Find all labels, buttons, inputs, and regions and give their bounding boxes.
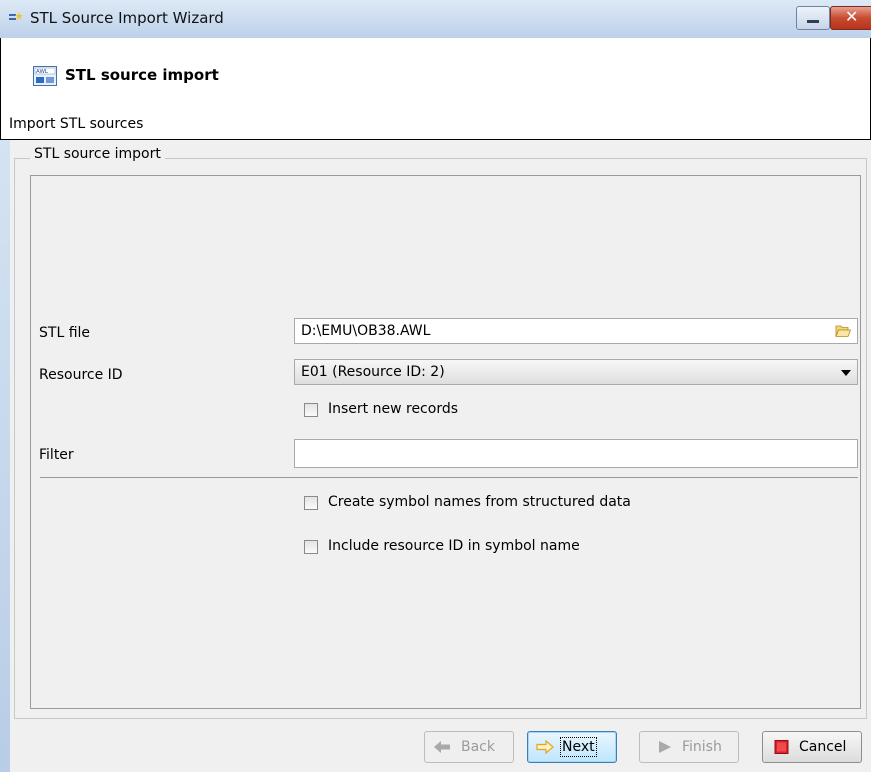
side-strip: [0, 140, 10, 772]
wizard-window: STL Source Import Wizard ✕ AWL STL sourc…: [0, 0, 871, 772]
svg-text:AWL: AWL: [36, 69, 49, 75]
stl-file-value: D:\EMU\OB38.AWL: [301, 323, 431, 339]
resource-id-select[interactable]: E01 (Resource ID: 2): [294, 359, 858, 385]
filter-label: Filter: [39, 447, 74, 463]
back-button[interactable]: Back: [424, 731, 514, 763]
title-bar[interactable]: STL Source Import Wizard ✕: [0, 0, 871, 39]
close-button[interactable]: ✕: [830, 6, 871, 30]
arrow-left-icon: [434, 741, 450, 753]
finish-button-label: Finish: [682, 739, 722, 755]
folder-open-icon[interactable]: [835, 324, 851, 338]
next-button-label: Next: [560, 737, 597, 757]
arrow-right-icon: [536, 740, 554, 754]
cancel-button[interactable]: Cancel: [762, 731, 862, 763]
insert-new-records-checkbox[interactable]: [304, 403, 318, 417]
stl-file-input[interactable]: D:\EMU\OB38.AWL: [294, 318, 858, 344]
include-resource-id-checkbox[interactable]: [304, 540, 318, 554]
app-icon: [9, 12, 23, 20]
window-title: STL Source Import Wizard: [30, 9, 224, 27]
stop-icon: [774, 740, 789, 754]
awl-file-icon: AWL: [33, 66, 57, 86]
group-legend: STL source import: [30, 146, 165, 162]
resource-id-label: Resource ID: [39, 367, 123, 383]
stl-file-label: STL file: [39, 325, 91, 341]
filter-input[interactable]: [294, 439, 858, 468]
separator: [40, 477, 858, 478]
create-symbol-names-label: Create symbol names from structured data: [328, 494, 631, 510]
chevron-down-icon: [841, 370, 851, 376]
include-resource-id-label: Include resource ID in symbol name: [328, 538, 580, 554]
header-subtitle: Import STL sources: [9, 116, 144, 132]
play-icon: [659, 741, 671, 753]
resource-id-value: E01 (Resource ID: 2): [301, 364, 445, 380]
create-symbol-names-checkbox[interactable]: [304, 496, 318, 510]
header-title: STL source import: [65, 66, 219, 84]
minimize-button[interactable]: [796, 6, 830, 30]
insert-new-records-label: Insert new records: [328, 401, 459, 417]
cancel-button-label: Cancel: [799, 739, 847, 755]
finish-button[interactable]: Finish: [639, 731, 739, 763]
close-icon: ✕: [845, 7, 859, 26]
back-button-label: Back: [461, 739, 495, 755]
next-button[interactable]: Next: [527, 731, 617, 763]
wizard-header: AWL STL source import Import STL sources: [0, 38, 871, 140]
